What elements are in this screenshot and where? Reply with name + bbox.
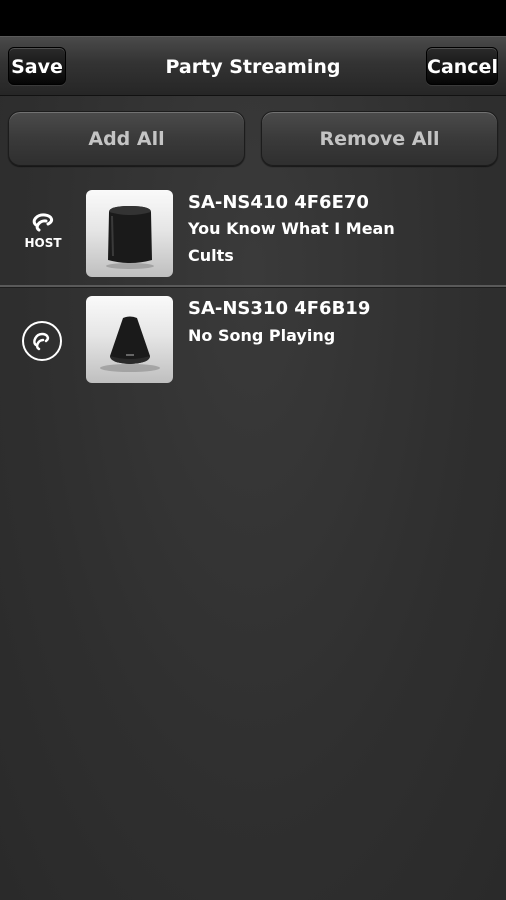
cancel-button[interactable]: Cancel xyxy=(426,47,498,85)
device-row-host[interactable]: HOST SA-NS410 4F6E70 You Know What I Mea… xyxy=(0,186,506,286)
party-guest-toggle[interactable] xyxy=(0,292,86,392)
party-streaming-screen: Save Party Streaming Cancel Add All Remo… xyxy=(0,0,506,900)
speaker-image xyxy=(106,206,154,269)
status-bar xyxy=(0,0,506,36)
page-title: Party Streaming xyxy=(165,56,341,78)
device-name: SA-NS310 4F6B19 xyxy=(188,298,371,319)
speaker-thumbnail xyxy=(86,190,173,277)
party-guest-icon xyxy=(22,321,62,361)
device-row-guest[interactable]: SA-NS310 4F6B19 No Song Playing xyxy=(0,292,506,392)
title-bar: Save Party Streaming Cancel xyxy=(0,36,506,96)
artist-name: Cults xyxy=(188,246,234,265)
speaker-image xyxy=(100,316,160,372)
remove-all-button[interactable]: Remove All xyxy=(261,111,498,166)
party-host-toggle[interactable]: HOST xyxy=(0,186,86,286)
row-divider xyxy=(0,285,506,288)
add-all-button[interactable]: Add All xyxy=(8,111,245,166)
speaker-thumbnail xyxy=(86,296,173,383)
host-label: HOST xyxy=(24,236,62,250)
song-status: No Song Playing xyxy=(188,326,336,345)
song-title: You Know What I Mean xyxy=(188,219,395,238)
save-button[interactable]: Save xyxy=(8,47,66,85)
party-host-icon xyxy=(32,213,54,232)
device-name: SA-NS410 4F6E70 xyxy=(188,192,369,213)
